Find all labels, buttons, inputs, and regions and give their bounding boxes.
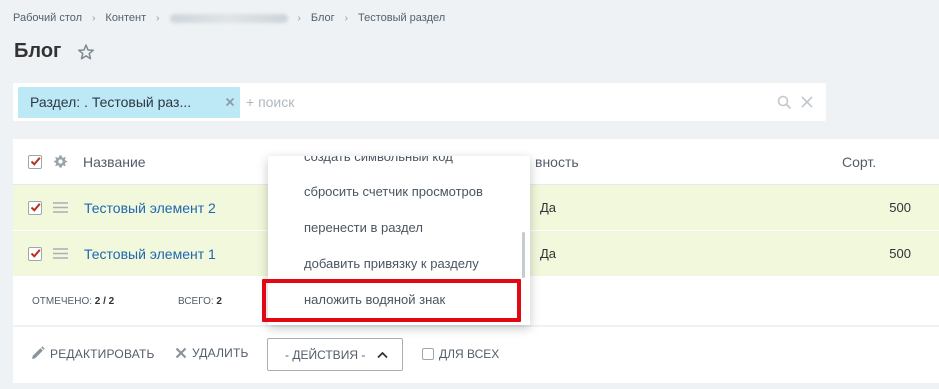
element-name-link[interactable]: Тестовый элемент 1 bbox=[84, 246, 216, 262]
action-panel: РЕДАКТИРОВАТЬ УДАЛИТЬ - ДЕЙСТВИЯ - ДЛЯ В… bbox=[13, 327, 939, 383]
delete-button-label: УДАЛИТЬ bbox=[192, 346, 249, 360]
element-active-value: Да bbox=[540, 246, 557, 261]
actions-dropdown-label: - ДЕЙСТВИЯ - bbox=[285, 347, 366, 362]
chevron-up-icon bbox=[377, 351, 388, 359]
highlight-annotation bbox=[262, 279, 521, 322]
search-input[interactable]: + поиск bbox=[246, 94, 294, 110]
for-all-toggle[interactable]: ДЛЯ ВСЕХ bbox=[422, 347, 499, 361]
pencil-icon bbox=[32, 346, 45, 359]
total-value: 2 bbox=[216, 296, 222, 307]
row-checkbox[interactable] bbox=[28, 201, 42, 215]
menu-item-move-to-section[interactable]: перенести в раздел bbox=[304, 220, 423, 235]
settings-icon[interactable] bbox=[53, 154, 68, 169]
filter-bar[interactable]: Раздел: . Тестовый раз... + поиск bbox=[13, 83, 826, 121]
for-all-checkbox[interactable] bbox=[422, 348, 434, 360]
chip-close-icon[interactable] bbox=[224, 96, 236, 108]
element-sort-value: 500 bbox=[889, 246, 911, 261]
edit-button-label: РЕДАКТИРОВАТЬ bbox=[50, 346, 155, 361]
drag-icon[interactable] bbox=[53, 248, 68, 259]
filter-chip-section[interactable]: Раздел: . Тестовый раз... bbox=[18, 86, 240, 118]
element-name-link[interactable]: Тестовый элемент 2 bbox=[84, 200, 216, 216]
breadcrumb-test-section[interactable]: Тестовый раздел bbox=[358, 12, 445, 24]
menu-item-create-code[interactable]: создать символьный код bbox=[304, 156, 453, 164]
filter-chip-label: Раздел: . Тестовый раз... bbox=[30, 94, 192, 110]
edit-button[interactable]: РЕДАКТИРОВАТЬ bbox=[30, 346, 155, 361]
column-header-name[interactable]: Название bbox=[83, 154, 146, 170]
element-sort-value: 500 bbox=[889, 200, 911, 215]
breadcrumb-content[interactable]: Контент bbox=[105, 12, 146, 24]
page-title-row: Блог bbox=[14, 40, 95, 63]
drag-icon[interactable] bbox=[53, 202, 68, 213]
row-checkbox[interactable] bbox=[28, 247, 42, 261]
element-active-value: Да bbox=[540, 200, 557, 215]
menu-scrollbar[interactable] bbox=[522, 232, 525, 278]
breadcrumb-separator-icon: › bbox=[92, 12, 96, 24]
delete-x-icon bbox=[175, 347, 187, 359]
actions-dropdown[interactable]: - ДЕЙСТВИЯ - bbox=[267, 338, 403, 371]
menu-item-add-section-link[interactable]: добавить привязку к разделу bbox=[304, 256, 479, 271]
marked-count: ОТМЕЧЕНО: 2 / 2 bbox=[32, 296, 114, 307]
select-all-checkbox[interactable] bbox=[28, 155, 42, 169]
breadcrumb-blog[interactable]: Блог bbox=[311, 12, 335, 24]
column-header-sort[interactable]: Сорт. bbox=[842, 154, 876, 170]
star-icon[interactable] bbox=[77, 43, 95, 61]
delete-button[interactable]: УДАЛИТЬ bbox=[175, 346, 249, 360]
column-header-active[interactable]: вность bbox=[535, 154, 579, 170]
breadcrumb: Рабочий стол › Контент › › Блог › Тестов… bbox=[13, 10, 445, 26]
page-title: Блог bbox=[14, 40, 62, 62]
breadcrumb-separator-icon: › bbox=[156, 12, 160, 24]
menu-item-reset-views[interactable]: сбросить счетчик просмотров bbox=[304, 184, 483, 199]
clear-icon[interactable] bbox=[801, 96, 813, 108]
marked-value: 2 / 2 bbox=[94, 296, 115, 307]
breadcrumb-separator-icon: › bbox=[297, 12, 301, 24]
check-icon bbox=[30, 157, 41, 166]
search-icon[interactable] bbox=[777, 95, 792, 110]
breadcrumb-blurred-item[interactable] bbox=[169, 13, 288, 23]
total-count: ВСЕГО: 2 bbox=[178, 296, 222, 307]
total-label: ВСЕГО: bbox=[178, 296, 214, 307]
check-icon bbox=[30, 203, 41, 212]
marked-label: ОТМЕЧЕНО: bbox=[32, 296, 92, 307]
for-all-label: ДЛЯ ВСЕХ bbox=[439, 347, 500, 361]
check-icon bbox=[30, 249, 41, 258]
breadcrumb-separator-icon: › bbox=[344, 12, 348, 24]
breadcrumb-desktop[interactable]: Рабочий стол bbox=[13, 12, 82, 24]
